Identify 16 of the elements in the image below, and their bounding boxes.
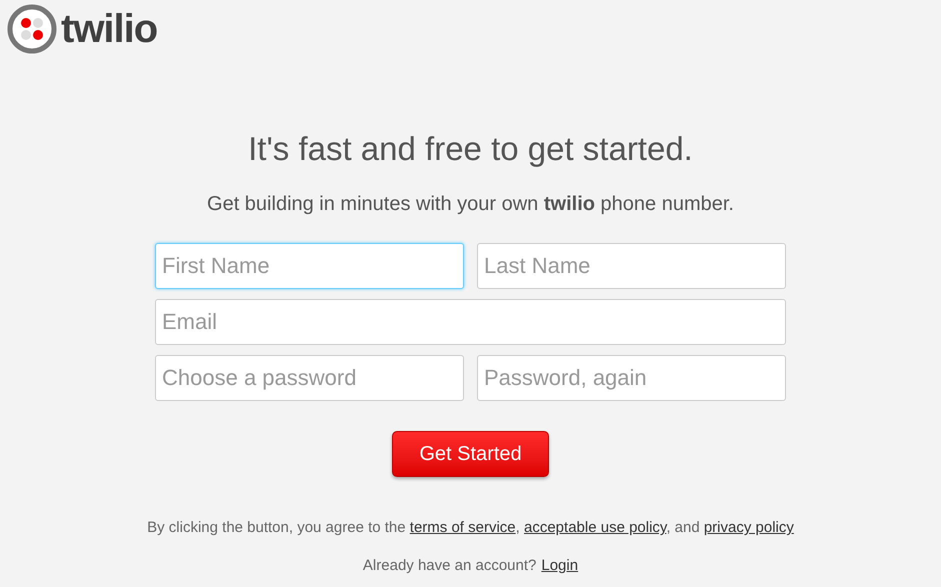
input-field[interactable]: Last Name <box>477 243 786 290</box>
terms-notice: By clicking the button, you agree to the terms of service, acceptable use policy, and privacy policy <box>147 518 794 538</box>
login-link[interactable]: Login <box>541 554 578 578</box>
heading: It's fast and free to get started. <box>248 129 693 169</box>
get-started-button[interactable]: Get Started <box>392 431 549 478</box>
logo-icon <box>7 4 57 54</box>
logo-wordmark: twilio <box>61 8 158 48</box>
policy-link[interactable]: privacy policy <box>704 519 794 536</box>
policy-link[interactable]: acceptable use policy <box>524 519 666 536</box>
input-field[interactable]: First Name <box>155 243 464 290</box>
input-field[interactable]: Email <box>155 299 786 346</box>
subheading: Get building in minutes with your own twilio phone number. <box>207 192 734 218</box>
input-field[interactable]: Choose a password <box>155 355 464 402</box>
policy-link[interactable]: terms of service <box>410 519 516 536</box>
input-field[interactable]: Password, again <box>477 355 786 402</box>
login-prompt: Already have an account? <box>362 556 536 576</box>
